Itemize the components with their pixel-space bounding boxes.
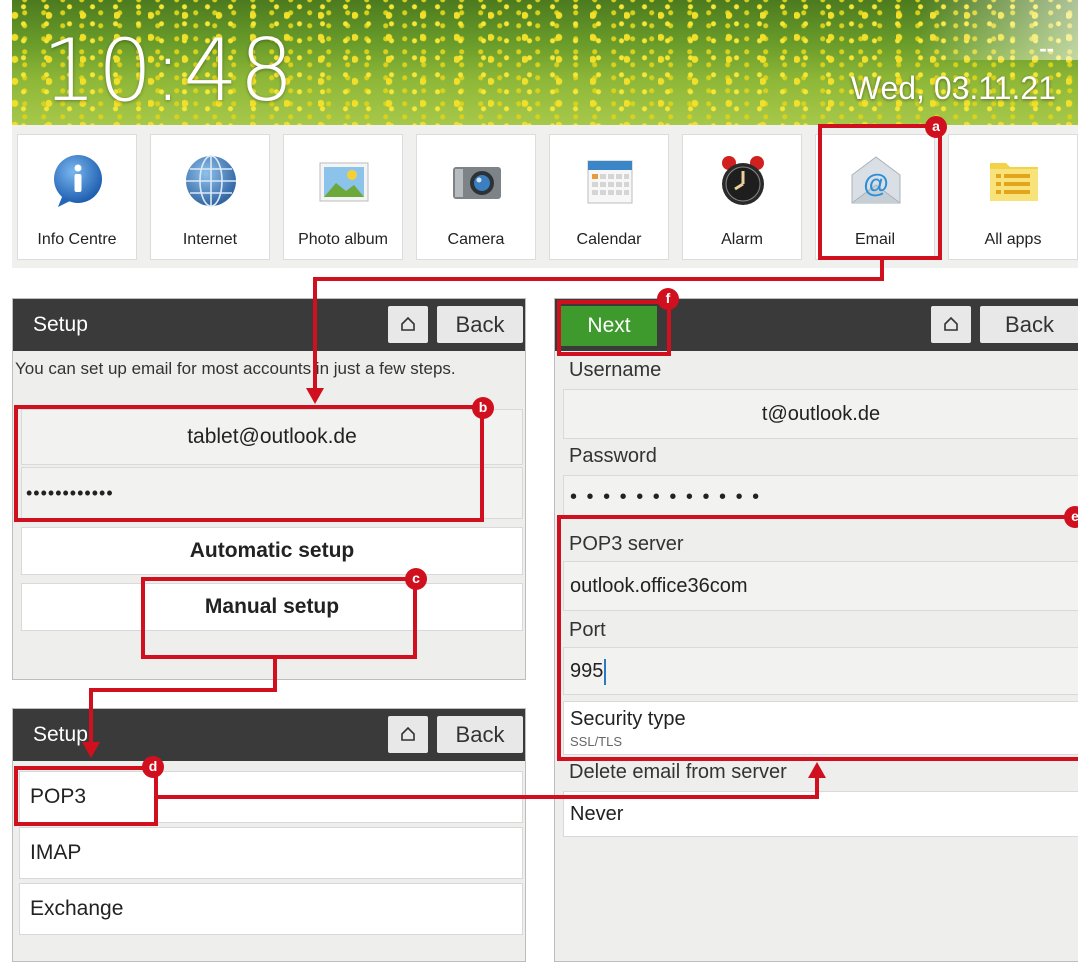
connector-line [273, 659, 277, 691]
info-icon [54, 155, 102, 207]
calendar-icon [587, 160, 633, 204]
clock-time: 10:48 [42, 21, 295, 121]
app-label: Alarm [721, 231, 763, 248]
app-label: Camera [447, 231, 505, 248]
home-button[interactable] [388, 306, 428, 343]
panel-title: Setup [33, 723, 88, 746]
panel-title: Setup [33, 313, 88, 336]
automatic-setup-button[interactable]: Automatic setup [21, 527, 523, 575]
callout-badge-f: f [657, 288, 679, 310]
option-exchange[interactable]: Exchange [19, 883, 523, 935]
globe-icon [186, 155, 236, 207]
home-icon [401, 316, 415, 331]
highlight-credentials [14, 405, 484, 522]
app-camera[interactable]: Camera [416, 134, 536, 260]
camera-icon [453, 167, 501, 199]
app-photo-album[interactable]: Photo album [283, 134, 403, 260]
clock-date: Wed, 03.11.21 [850, 70, 1056, 106]
title-bar: Setup Back [13, 299, 525, 351]
highlight-manual-setup [141, 577, 417, 659]
callout-badge-d: d [142, 756, 164, 778]
password-label: Password [569, 445, 657, 467]
home-icon [944, 316, 958, 331]
option-imap[interactable]: IMAP [19, 827, 523, 879]
home-button[interactable] [388, 716, 428, 753]
app-info-centre[interactable]: Info Centre [17, 134, 137, 260]
intro-text: You can set up email for most accounts i… [15, 359, 456, 378]
username-label: Username [569, 359, 662, 381]
highlight-email-app [818, 124, 942, 260]
home-icon [401, 726, 415, 741]
arrow-head [808, 762, 826, 778]
password-field[interactable]: • • • • • • • • • • • • [563, 475, 1078, 519]
back-button[interactable]: Back [980, 306, 1078, 343]
callout-badge-b: b [472, 397, 494, 419]
app-alarm[interactable]: Alarm [682, 134, 802, 260]
connector-line [313, 277, 317, 389]
back-button[interactable]: Back [437, 306, 523, 343]
alarm-clock-icon [722, 156, 764, 205]
app-calendar[interactable]: Calendar [549, 134, 669, 260]
photo-icon [319, 162, 369, 202]
app-label: Calendar [576, 231, 642, 248]
connector-line [815, 776, 819, 799]
highlight-pop3 [14, 766, 158, 826]
username-field[interactable]: t@outlook.de [563, 389, 1078, 439]
app-label: Photo album [298, 231, 388, 248]
list-icon [990, 163, 1038, 201]
connector-line [89, 688, 93, 744]
app-label: Internet [182, 231, 238, 248]
home-button[interactable] [931, 306, 971, 343]
callout-badge-a: a [925, 116, 947, 138]
app-all-apps[interactable]: All apps [948, 134, 1078, 260]
back-button[interactable]: Back [437, 716, 523, 753]
highlight-next-button [557, 300, 671, 356]
app-internet[interactable]: Internet [150, 134, 270, 260]
delete-email-label: Delete email from server [569, 761, 787, 783]
connector-line [313, 277, 884, 281]
callout-badge-c: c [405, 568, 427, 590]
arrow-head [82, 742, 100, 758]
app-label: All apps [984, 231, 1042, 248]
connector-line [158, 795, 819, 799]
arrow-head [306, 388, 324, 404]
connector-line [89, 688, 277, 692]
highlight-server-settings [557, 515, 1078, 761]
status-indicator: -- [1039, 36, 1054, 61]
app-label: Info Centre [37, 231, 117, 248]
